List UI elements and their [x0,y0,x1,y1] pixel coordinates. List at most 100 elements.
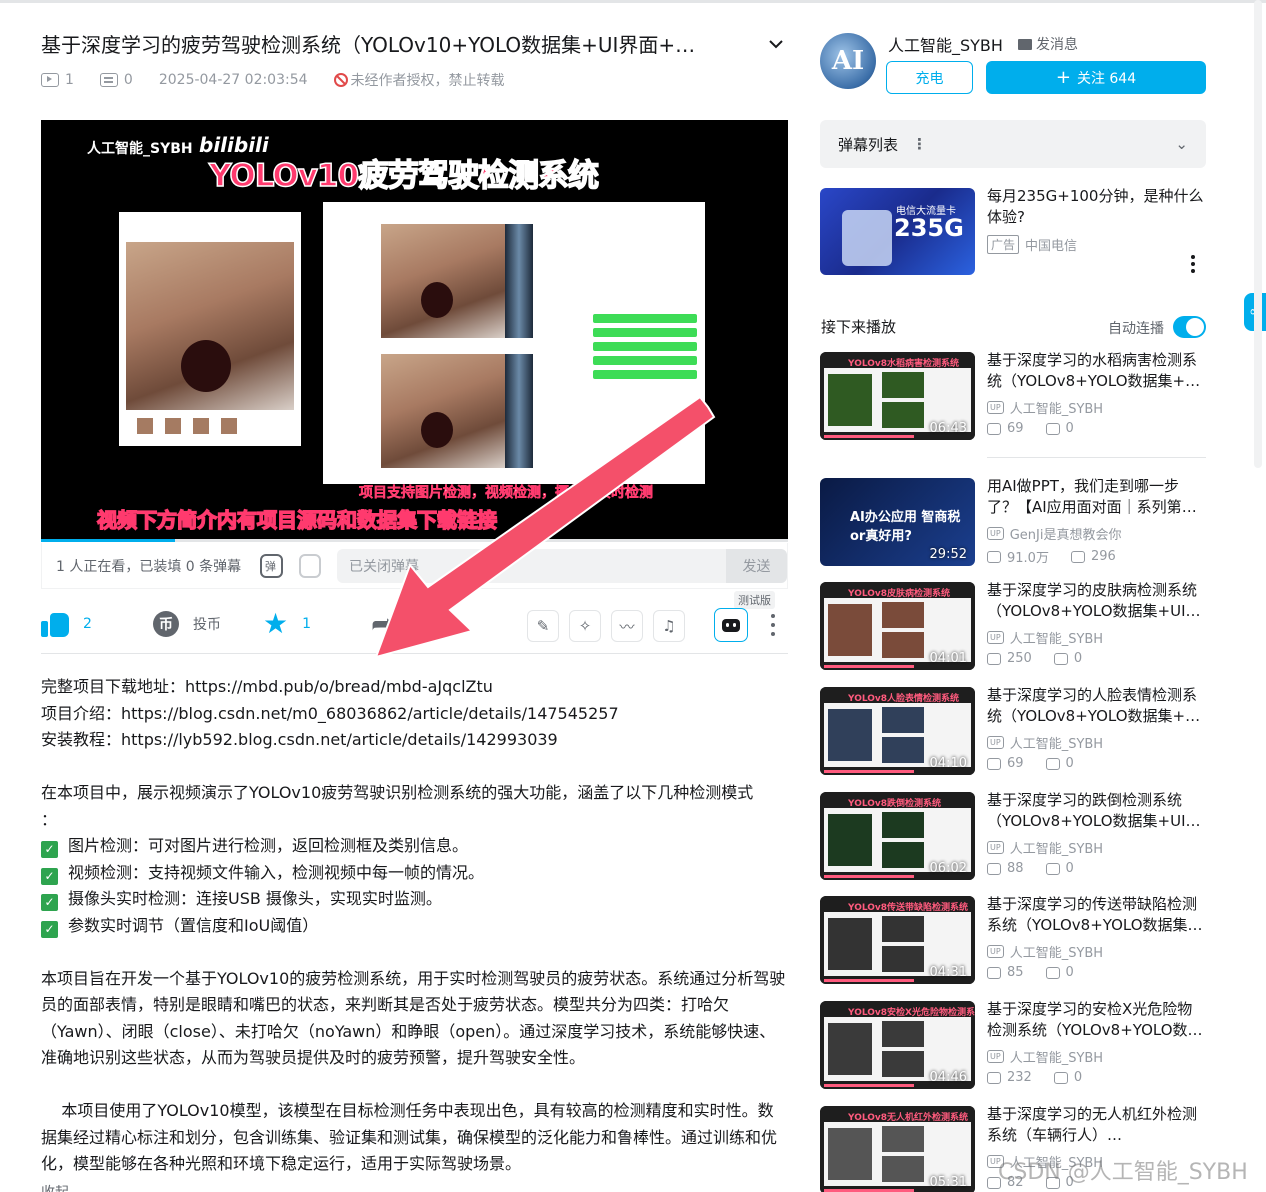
share-icon: ➦ [371,607,395,640]
rec-uploader[interactable]: UP 人工智能_SYBH [987,942,1103,961]
danmaku-settings-icon[interactable] [298,553,322,578]
danmaku-list-panel[interactable]: 弹幕列表 ⋮ ⌄ [820,120,1206,168]
install-link[interactable]: 安装教程：https://lyb592.blog.csdn.net/articl… [41,727,786,754]
recommendation-item[interactable]: AI办公应用 智商税or真好用? 29:52 用AI做PPT，我们走到哪一步了？【A… [820,476,1206,570]
rec-thumbnail[interactable]: YOLOv8水稻病害检测系统 06:43 [820,352,975,440]
rec-title[interactable]: 用AI做PPT，我们走到哪一步了？【AI应用面对面｜系列第一期】 [987,476,1206,518]
rec-thumbnail[interactable]: YOLOv8安检X光危险物检测系统04:46 [820,1001,975,1089]
rec-thumbnail[interactable]: YOLOv8人脸表情检测系统 04:10 [820,687,975,775]
like-count: 2 [83,616,92,632]
recommendation-item[interactable]: YOLOv8人脸表情检测系统 04:10 基于深度学习的人脸表情检测系统（YOLOv… [820,685,1206,779]
rec-thumbnail[interactable]: YOLOv8皮肤病检测系统 04:01 [820,582,975,670]
autoplay-toggle[interactable] [1173,316,1206,338]
more-icon[interactable] [771,614,775,636]
ai-assistant-button[interactable] [714,608,748,642]
play-count-icon [987,422,1001,435]
play-count-icon [987,966,1001,979]
share-button[interactable]: ➦ [371,607,395,640]
uploader-name[interactable]: 人工智能_SYBH [888,32,1003,56]
rec-thumbnail[interactable]: AI办公应用 智商税or真好用? 29:52 [820,478,975,566]
rec-thumbnail[interactable]: YOLOv8跌倒检测系统 06:02 [820,792,975,880]
recommendation-item[interactable]: YOLOv8皮肤病检测系统 04:01 基于深度学习的皮肤病检测系统（YOLOv8+… [820,580,1206,674]
rec-title[interactable]: 基于深度学习的安检X光危险物检测系统（YOLOv8+YOLO数据集+UI界面+P… [987,999,1206,1041]
up-badge-icon: UP [987,527,1004,540]
forbidden-icon [333,73,348,87]
rec-uploader[interactable]: UP 人工智能_SYBH [987,398,1103,417]
chevron-down-icon[interactable]: ⌄ [1175,135,1188,153]
send-message-link[interactable]: 发消息 [1018,34,1078,54]
rec-thumbnail[interactable]: YOLOv8传送带缺陷检测系统 04:31 [820,896,975,984]
rec-title[interactable]: 基于深度学习的皮肤病检测系统（YOLOv8+YOLO数据集+UI界面+Pytho… [987,580,1206,622]
checkmark-icon: ✓ [41,841,58,858]
coin-button[interactable]: 币 投币 [153,611,221,637]
feature-text: 视频检测：支持视频文件输入，检测视频中每一帧的情况。 [68,862,485,882]
uploader-avatar[interactable]: AI [820,33,876,89]
rec-duration: 06:02 [929,861,967,876]
rec-uploader[interactable]: UP GenJi是真想教会你 [987,524,1121,543]
intro-link[interactable]: 项目介绍：https://blog.csdn.net/m0_68036862/a… [41,701,786,728]
rec-thumb-title: AI办公应用 智商税or真好用? [850,510,961,544]
rec-uploader[interactable]: UP 人工智能_SYBH [987,733,1103,752]
follow-button[interactable]: + 关注 644 [986,61,1206,94]
rec-duration: 05:31 [929,1175,967,1190]
follow-label: 关注 644 [1076,70,1137,87]
rec-danmaku: 0 [1073,1070,1083,1085]
play-count-icon [987,652,1001,665]
recommendation-item[interactable]: YOLOv8安检X光危险物检测系统04:46 基于深度学习的安检X光危险物检测系统… [820,999,1206,1093]
chart-icon[interactable]: 〰 [611,610,643,642]
rec-uploader[interactable]: UP 人工智能_SYBH [987,628,1103,647]
progress-bar[interactable] [41,539,788,542]
favorite-button[interactable]: ★ 1 [263,610,311,638]
publish-time: 2025-04-27 02:03:54 [158,72,308,88]
video-title[interactable]: 基于深度学习的疲劳驾驶检测系统（YOLOv10+YOLO数据集+UI界面+… [41,30,781,60]
rec-title[interactable]: 基于深度学习的水稻病害检测系统（YOLOv8+YOLO数据集+UI界面+Pyth… [987,350,1206,392]
scrollbar[interactable] [1254,0,1262,468]
rec-title[interactable]: 基于深度学习的跌倒检测系统（YOLOv8+YOLO数据集+UI界面+Python… [987,790,1206,832]
checkmark-icon: ✓ [41,920,58,938]
rec-danmaku: 0 [1065,421,1074,436]
thumbs-up-icon [41,611,69,637]
danmaku-input[interactable]: 已关闭弹幕 [337,548,727,583]
top-divider [0,0,1266,3]
feature-item: ✓ 摄像头实时检测：连接USB 摄像头，实现实时监测。 [41,886,786,913]
feature-text: 图片检测：可对图片进行检测，返回检测框及类别信息。 [68,836,469,855]
rec-title[interactable]: 基于深度学习的传送带缺陷检测系统（YOLOv8+YOLO数据集+UI界面+Pyt… [987,894,1206,936]
kebab-icon[interactable]: ⋮ [912,135,927,153]
desc-paragraph-2: 本项目旨在开发一个基于YOLOv10的疲劳检测系统，用于实时检测驾驶员的疲劳状态… [41,968,786,1068]
note-icon[interactable]: ✎ [527,610,559,642]
rec-title[interactable]: 基于深度学习的人脸表情检测系统（YOLOv8+YOLO数据集+UI界面+Pyth… [987,685,1206,727]
up-badge-icon: UP [987,1050,1004,1063]
robot-icon [722,618,740,632]
pin-icon[interactable]: ✧ [569,610,601,642]
video-player[interactable]: 人工智能_SYBH bilibili YOLOv10疲劳驾驶检测系统 项目支持图… [41,120,788,539]
danmaku-send-button[interactable]: 发送 [726,548,787,583]
progress-fill [41,539,176,542]
danmaku-toggle-icon[interactable] [260,553,283,578]
envelope-icon [1018,38,1032,50]
rec-stats: 85 0 [987,965,1074,980]
rec-thumbnail[interactable]: YOLOv8无人机红外检测系统（车辆行人）05:31 [820,1106,975,1192]
rec-stats: 232 0 [987,1070,1082,1085]
like-button[interactable]: 2 [41,611,92,637]
charge-button[interactable]: 充电 [886,61,973,94]
recommendation-item[interactable]: YOLOv8跌倒检测系统 06:02 基于深度学习的跌倒检测系统（YOLOv8+YO… [820,790,1206,884]
checkmark-icon: ✓ [41,867,58,885]
rec-duration: 29:52 [929,547,967,562]
ad-img-big-text: 235G [894,214,964,242]
rec-uploader[interactable]: UP 人工智能_SYBH [987,1047,1103,1066]
recommendation-item[interactable]: YOLOv8传送带缺陷检测系统 04:31 基于深度学习的传送带缺陷检测系统（YOL… [820,894,1206,988]
listen-icon[interactable]: ♫ [653,610,685,642]
ad-thumbnail[interactable]: 电信大流量卡 235G [820,188,975,275]
ad-title[interactable]: 每月235G+100分钟，是种什么体验? [987,186,1205,228]
play-count-icon [987,862,1001,875]
recommendation-item[interactable]: YOLOv8水稻病害检测系统 06:43 基于深度学习的水稻病害检测系统（YOLOv… [820,350,1206,444]
collapse-button[interactable]: 收起 [41,1182,69,1192]
chevron-down-icon[interactable] [766,34,786,54]
rec-views: 91.0万 [1007,551,1049,566]
rec-title[interactable]: 基于深度学习的无人机红外检测系统（车辆行人）（YOLOv8+YOLO数据集+UI… [987,1104,1206,1146]
rec-uploader-name: 人工智能_SYBH [1009,402,1104,417]
coin-icon: 币 [153,611,179,637]
download-link[interactable]: 完整项目下载地址：https://mbd.pub/o/bread/mbd-aJq… [41,674,786,701]
ad-more-icon[interactable] [1191,255,1195,276]
rec-uploader[interactable]: UP 人工智能_SYBH [987,838,1103,857]
